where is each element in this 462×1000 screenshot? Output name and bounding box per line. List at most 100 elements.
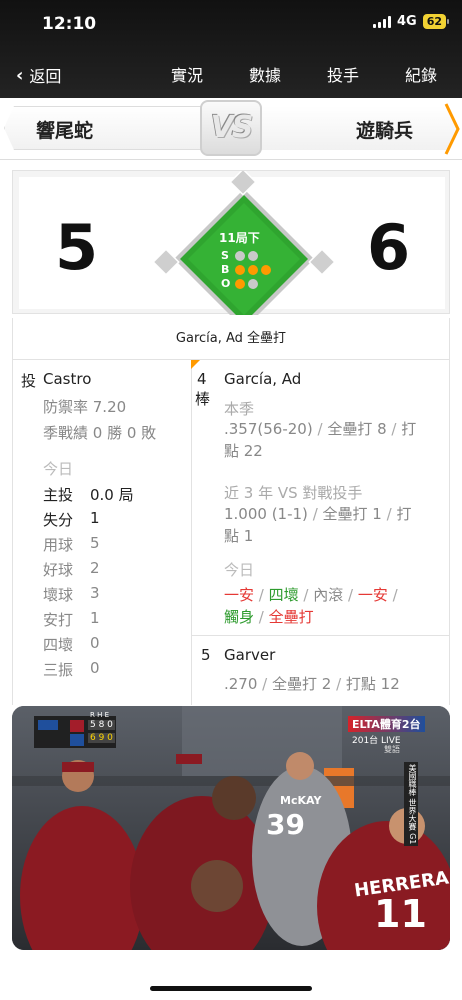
season-hr: 全壘打 8 [327,420,387,438]
batter-divider [191,635,450,636]
pitcher-stat-label: 三振 [43,661,74,679]
pitcher-stat-value: 1 [90,609,100,627]
pitcher-stat-label: 用球 [43,536,74,554]
pitcher-stat-label: 失分 [43,511,74,529]
vs-avg: 1.000 (1-1) [224,505,308,523]
vs-line-1: 1.000 (1-1) / 全壘打 1 / 打 [224,505,412,523]
vs-line-2: 點 1 [224,527,254,545]
away-team-banner[interactable] [4,106,204,150]
pitcher-stat-label: 安打 [43,611,74,629]
network-label: 4G [396,14,417,29]
batter-order-num: 4 [197,370,207,388]
result-5: 觸身 [224,608,255,626]
jersey-name-1: McKAY [280,794,322,807]
vs-rbi-prefix: 打 [396,505,412,523]
pitcher-stat-value: 2 [90,559,100,577]
tab-bar: 實況 數據 投手 紀錄 [0,62,462,102]
pitcher-today-label: 今日 [43,460,74,478]
batter-order-char: 棒 [195,390,211,408]
tab-live[interactable]: 實況 [158,62,216,102]
ball-label: B [221,263,230,276]
status-time: 12:10 [42,14,97,34]
tab-stats[interactable]: 數據 [249,62,281,86]
home-score: 6 [367,211,411,284]
batter-name[interactable]: García, Ad [224,370,301,388]
pitcher-role: 投 [21,372,37,390]
scorebox-home: 6 9 0 [88,733,115,743]
pitcher-stat-value: 3 [90,584,100,602]
pitcher-record: 季戰績 0 勝 0 敗 [43,424,157,442]
season-line-2: 點 22 [224,442,263,460]
away-score: 5 [55,211,99,284]
series-side-label: 美國職棒 世界大賽 G1 [404,762,418,847]
home-team-accent [444,103,460,155]
inning-label: 11局下 [219,231,260,245]
jersey-number-2: 11 [374,892,427,936]
pitcher-stat-value: 5 [90,534,100,552]
next-batter-order: 5 [201,646,211,664]
channel-logo: ELTA體育2台 [348,716,425,732]
last-play: García, Ad 全壘打 [12,318,450,360]
pitcher-stat-value: 0.0 局 [90,486,134,504]
battery-icon: 62 [422,14,450,29]
batter-today-label: 今日 [224,561,255,579]
strike-dot [248,251,258,261]
today-results-row-2: 觸身 / 全壘打 [224,608,314,626]
pitcher-stat-value: 0 [90,659,100,677]
strike-dot [235,251,245,261]
today-results-row-1: 一安 / 四壞 / 內滾 / 一安 / [224,586,398,604]
ball-dot [235,265,245,275]
next-batter-avg: .270 [224,675,258,693]
pitcher-name[interactable]: Castro [43,370,91,388]
scorebox-header: R H E [90,711,110,719]
pitcher-stat-label: 四壞 [43,636,74,654]
home-team-name: 遊騎兵 [356,120,414,142]
teams-bar: 響尾蛇 遊騎兵 VS [0,98,462,160]
signal-icon [372,15,391,28]
field-diamond: 11局下 S B O [149,171,339,315]
tab-record[interactable]: 紀錄 [405,62,437,86]
vs-hr: 全壘打 1 [322,505,382,523]
vs-badge: VS [200,100,262,156]
ball-dot [248,265,258,275]
current-batter-marker [191,360,200,369]
ball-dot [261,265,271,275]
live-video-player[interactable]: R H E 5 8 0 6 9 0 ELTA體育2台 201台 LIVE 雙語 … [12,706,450,950]
pitcher-stat-label: 主投 [43,486,74,504]
pitcher-panel: 投 Castro 防禦率 7.20 季戰績 0 勝 0 敗 今日 主投 0.0 局… [12,360,192,705]
scorebox-away: 5 8 0 [88,720,115,730]
pitcher-era: 防禦率 7.20 [43,398,127,416]
top-bar: 12:10 4G 62 ‹ 返回 實況 數據 投手 紀錄 [0,0,462,102]
vs-label: VS [210,110,254,145]
season-line-1: .357(56-20) / 全壘打 8 / 打 [224,420,417,438]
vs-pitcher-label: 近 3 年 VS 對戰投手 [224,484,363,502]
out-dot [248,279,258,289]
next-batter-line: .270 / 全壘打 2 / 打點 12 [224,675,400,693]
scoreboard: 5 6 11局下 S B O [12,170,450,315]
away-team-name: 響尾蛇 [36,120,94,142]
season-label: 本季 [224,400,255,418]
pitcher-stat-label: 壞球 [43,586,74,604]
out-dot [235,279,245,289]
result-1: 一安 [224,586,255,604]
next-batter-hr: 全壘打 2 [272,675,332,693]
result-2: 四壞 [268,586,299,604]
status-indicators: 4G 62 [372,14,450,29]
result-3: 內滾 [313,586,344,604]
out-label: O [221,277,231,290]
tab-pitcher[interactable]: 投手 [327,62,359,86]
season-rbi-prefix: 打 [401,420,417,438]
strike-label: S [221,249,229,262]
dual-language-label: 雙語 [384,745,400,754]
result-4: 一安 [357,586,388,604]
pitcher-stat-label: 好球 [43,561,74,579]
pitcher-stat-value: 0 [90,634,100,652]
jersey-number-1: 39 [266,808,305,841]
home-indicator[interactable] [150,986,312,991]
next-batter-name[interactable]: Garver [224,646,275,664]
pitcher-stat-value: 1 [90,509,100,527]
next-batter-rbi: 打點 12 [345,675,400,693]
result-6: 全壘打 [268,608,314,626]
season-avg: .357(56-20) [224,420,313,438]
batter-panel: 4 棒 García, Ad 本季 .357(56-20) / 全壘打 8 / … [191,360,450,705]
